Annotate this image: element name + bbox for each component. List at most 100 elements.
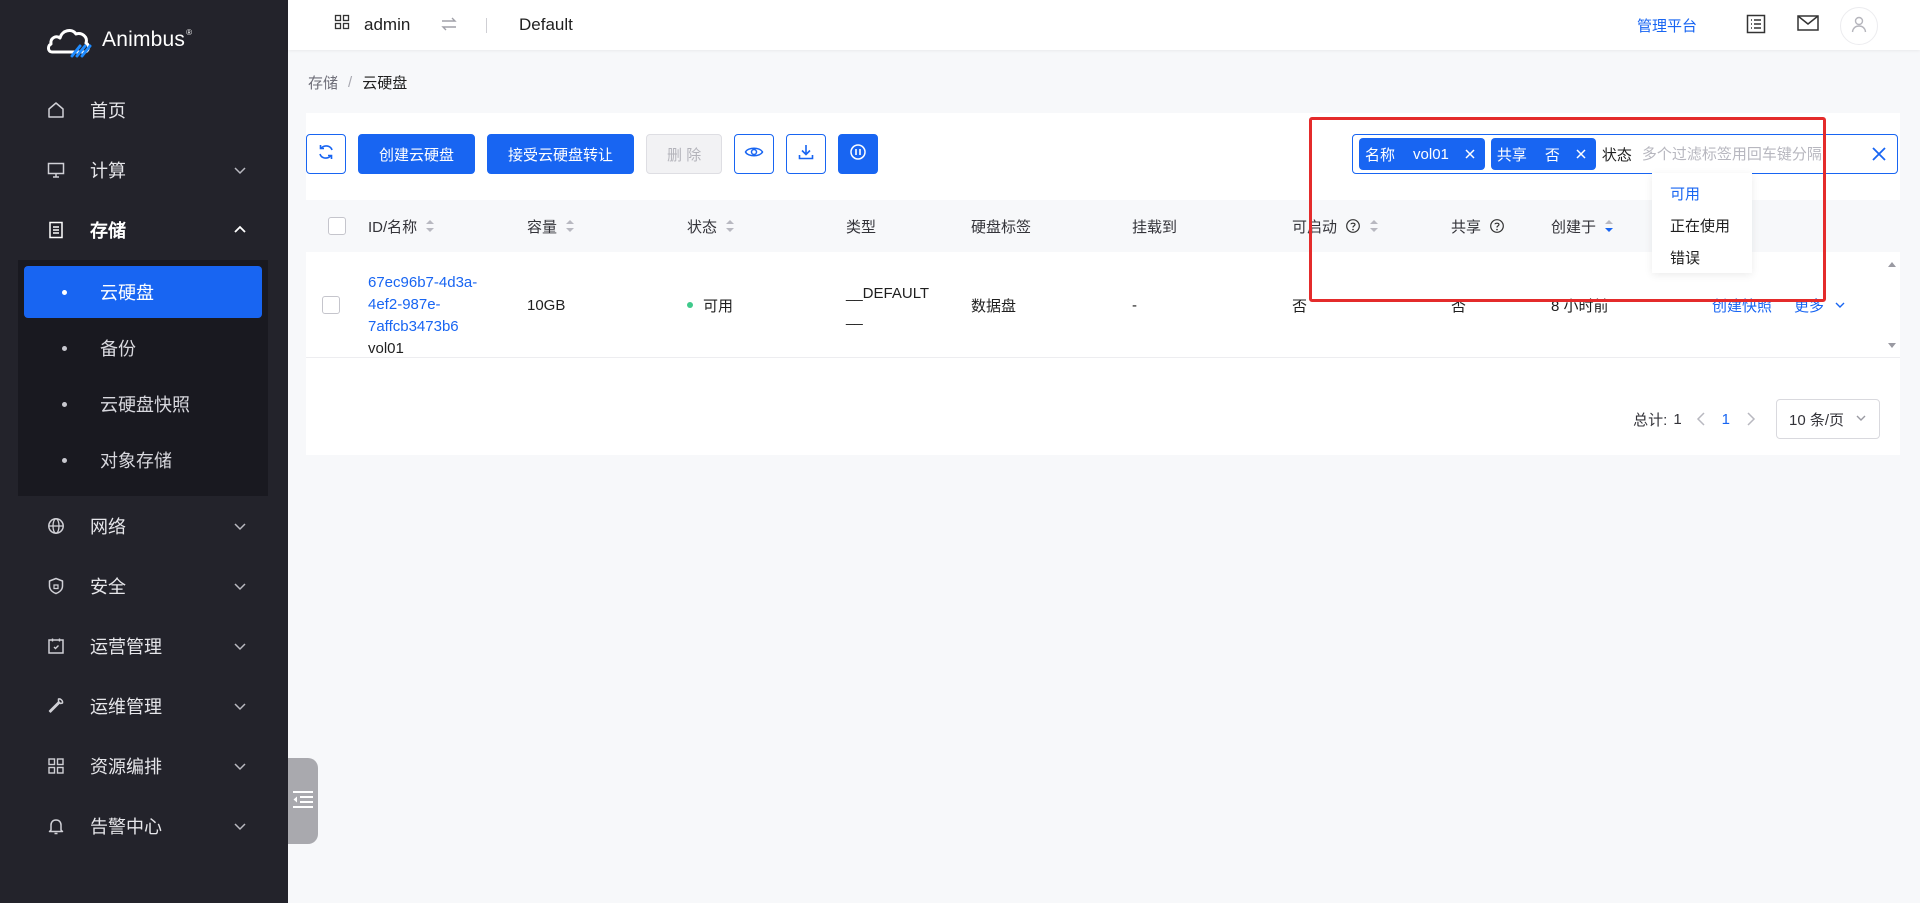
cell-shared: 否 [1451, 297, 1467, 315]
refresh-icon [317, 143, 335, 165]
table-scrollbar[interactable] [1884, 252, 1900, 358]
current-user: admin [364, 14, 411, 34]
sidebar-item-volume-snapshots[interactable]: 云硬盘快照 [24, 378, 262, 430]
eye-icon [744, 144, 764, 164]
sort-icon[interactable] [565, 218, 575, 234]
cell-tag: 数据盘 [971, 297, 1017, 315]
nav-item-alerts[interactable]: 告警中心 [0, 796, 288, 856]
accept-transfer-button[interactable]: 接受云硬盘转让 [487, 134, 635, 174]
document-list-icon[interactable] [1745, 13, 1767, 40]
column-id-name[interactable]: ID/名称 [368, 200, 435, 252]
chevron-down-icon [232, 818, 248, 834]
chevron-up-icon [232, 222, 248, 238]
swap-icon[interactable] [440, 15, 458, 38]
dropdown-option-available[interactable]: 可用 [1652, 179, 1752, 211]
scroll-down-icon[interactable] [1887, 337, 1897, 355]
status-filter-dropdown: 可用 正在使用 错误 [1652, 173, 1752, 273]
nav-item-network[interactable]: 网络 [0, 496, 288, 556]
nav-item-security[interactable]: 安全 [0, 556, 288, 616]
top-header: admin Default 管理平台 [288, 0, 1920, 50]
main-nav: 首页 计算 存储 云硬盘 备份 云硬盘快照 对象存储 网络 安全 运营管理 运维… [0, 80, 288, 856]
clear-search-icon[interactable] [1861, 136, 1897, 172]
column-bootable[interactable]: 可启动 [1292, 200, 1379, 252]
total-label: 总计: [1633, 411, 1668, 429]
nav-item-storage[interactable]: 存储 [0, 200, 288, 260]
prev-page-icon[interactable] [1696, 411, 1706, 427]
help-icon[interactable] [1345, 218, 1361, 234]
current-project[interactable]: Default [519, 15, 573, 35]
sidebar: Animbus® 首页 计算 存储 云硬盘 备份 云硬盘快照 对象存储 网络 安… [0, 0, 288, 903]
column-attached: 挂载到 [1132, 218, 1178, 236]
volume-id-link[interactable]: 7affcb3473b6 [368, 316, 459, 338]
sort-icon[interactable] [725, 218, 735, 234]
sort-icon[interactable] [425, 218, 435, 234]
nav-item-home[interactable]: 首页 [0, 80, 288, 140]
cell-attached: - [1132, 296, 1137, 314]
sort-desc-icon[interactable] [1604, 218, 1614, 234]
sidebar-item-object-storage[interactable]: 对象存储 [24, 434, 262, 486]
brand-name: Animbus® [102, 28, 193, 51]
cell-status: 可用 [687, 252, 733, 358]
create-volume-button[interactable]: 创建云硬盘 [358, 134, 476, 174]
mail-icon[interactable] [1796, 13, 1820, 38]
refresh-button[interactable] [306, 134, 346, 174]
more-actions-dropdown[interactable]: 更多 [1794, 295, 1846, 316]
status-text: 可用 [703, 297, 734, 315]
nav-item-orchestration[interactable]: 资源编排 [0, 736, 288, 796]
search-input[interactable] [1639, 144, 1861, 164]
volume-id-link[interactable]: 67ec96b7-4d3a- [368, 272, 477, 294]
filter-search-box[interactable]: 名称 vol01 共享 否 状态 [1352, 134, 1898, 174]
row-checkbox[interactable] [322, 296, 340, 314]
user-icon [1850, 15, 1868, 38]
select-all-checkbox[interactable] [328, 217, 346, 235]
cell-size: 10GB [527, 296, 566, 314]
column-size[interactable]: 容量 [527, 200, 575, 252]
delete-button[interactable]: 删 除 [646, 134, 723, 174]
chevron-down-icon [1855, 411, 1867, 428]
toolbar: 创建云硬盘 接受云硬盘转让 删 除 [306, 134, 879, 174]
volume-id-link[interactable]: 4ef2-987e- [368, 294, 441, 316]
row-select-cell [318, 252, 340, 358]
view-button[interactable] [734, 134, 775, 174]
dropdown-option-error[interactable]: 错误 [1652, 243, 1752, 275]
brand[interactable]: Animbus® [46, 20, 192, 60]
next-page-icon[interactable] [1746, 411, 1756, 427]
cell-bootable: 否 [1292, 297, 1308, 315]
sidebar-item-volumes[interactable]: 云硬盘 [24, 266, 262, 318]
breadcrumb: 存储 / 云硬盘 [308, 72, 407, 93]
bullet-icon [62, 458, 67, 463]
bullet-icon [62, 346, 67, 351]
globe-icon [46, 516, 66, 536]
sidebar-collapse-handle[interactable] [288, 758, 318, 844]
pause-button[interactable] [838, 134, 879, 174]
page-size-select[interactable]: 10 条/页 [1776, 399, 1880, 439]
chevron-down-icon [1834, 299, 1846, 311]
sidebar-item-backups[interactable]: 备份 [24, 322, 262, 374]
admin-platform-link[interactable]: 管理平台 [1637, 15, 1697, 36]
nav-item-compute[interactable]: 计算 [0, 140, 288, 200]
help-icon[interactable] [1489, 218, 1505, 234]
workspace-switcher[interactable]: admin [334, 14, 410, 35]
user-avatar[interactable] [1840, 7, 1878, 45]
volume-name: vol01 [368, 340, 404, 357]
chevron-down-icon [232, 758, 248, 774]
column-status[interactable]: 状态 [687, 200, 735, 252]
storage-icon [46, 220, 66, 240]
dropdown-option-in-use[interactable]: 正在使用 [1652, 211, 1752, 243]
total-count: 1 [1673, 410, 1682, 428]
pause-icon [849, 143, 867, 165]
create-snapshot-link[interactable]: 创建快照 [1712, 295, 1772, 316]
breadcrumb-parent[interactable]: 存储 [308, 72, 338, 93]
bullet-icon [62, 290, 67, 295]
scroll-up-icon[interactable] [1887, 255, 1897, 273]
nav-item-maintenance[interactable]: 运维管理 [0, 676, 288, 736]
download-button[interactable] [786, 134, 827, 174]
nav-item-operations[interactable]: 运营管理 [0, 616, 288, 676]
column-created[interactable]: 创建于 [1551, 200, 1614, 252]
close-icon[interactable] [1461, 145, 1479, 163]
pagination: 总计: 1 1 10 条/页 [1633, 399, 1880, 439]
chevron-down-icon [232, 162, 248, 178]
page-number[interactable]: 1 [1722, 411, 1730, 428]
sort-icon[interactable] [1369, 218, 1379, 234]
close-icon[interactable] [1572, 145, 1590, 163]
